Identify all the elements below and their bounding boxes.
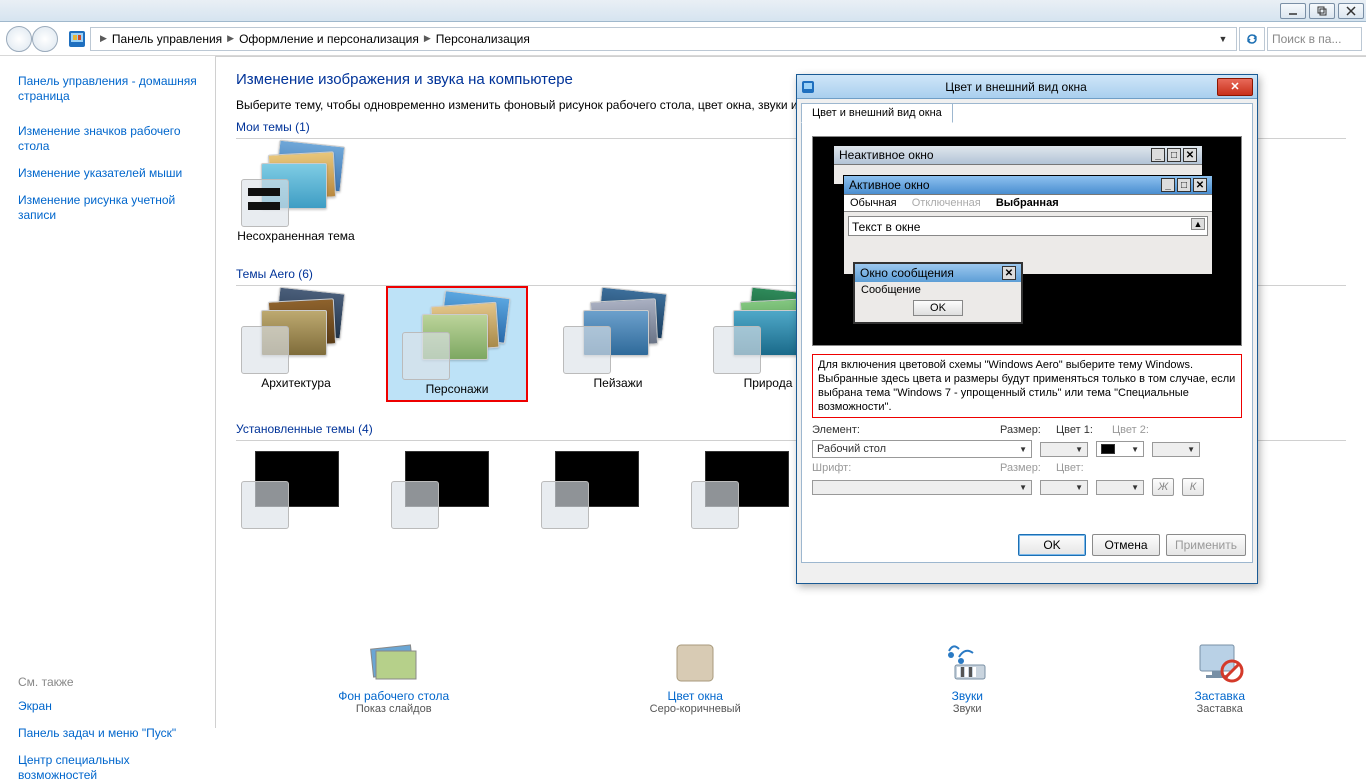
label-color2: Цвет 2:: [1112, 424, 1160, 436]
search-input[interactable]: Поиск в па...: [1267, 27, 1362, 51]
combo-fsize[interactable]: [1040, 480, 1088, 495]
crumb-personalization[interactable]: Персонализация: [436, 32, 530, 46]
dialog-titlebar[interactable]: Цвет и внешний вид окна ✕: [797, 75, 1257, 99]
theme-characters[interactable]: Персонажи: [392, 292, 522, 396]
theme-landscapes[interactable]: Пейзажи: [558, 286, 678, 402]
dialog-close-button[interactable]: ✕: [1217, 78, 1253, 96]
label-fsize: Размер:: [1000, 462, 1048, 474]
info-note: Для включения цветовой схемы "Windows Ae…: [812, 354, 1242, 418]
sidebar: Панель управления - домашняя страница Из…: [0, 56, 215, 728]
theme-installed-3[interactable]: [536, 441, 656, 529]
see-also-display[interactable]: Экран: [18, 699, 203, 714]
see-also-label: См. также: [18, 675, 203, 689]
theme-unsaved-label: Несохраненная тема: [237, 229, 354, 243]
refresh-button[interactable]: [1239, 27, 1265, 51]
address-dropdown[interactable]: ▼: [1214, 34, 1232, 44]
dialog-icon: [801, 80, 815, 94]
preview-message-box: Окно сообщения✕ Сообщение OK: [853, 262, 1023, 324]
theme-color-tile: [241, 179, 289, 227]
sidebar-link-account-pic[interactable]: Изменение рисунка учетной записи: [18, 193, 203, 223]
link-window-color[interactable]: Цвет окна Серо-коричневый: [650, 641, 741, 715]
theme-unsaved[interactable]: Несохраненная тема: [236, 139, 356, 243]
bold-toggle[interactable]: Ж: [1152, 478, 1174, 496]
dialog-cancel-button[interactable]: Отмена: [1092, 534, 1160, 556]
theme-installed-2[interactable]: [386, 441, 506, 529]
label-element: Элемент:: [812, 424, 992, 436]
theme-architecture[interactable]: Архитектура: [236, 286, 356, 402]
window-title-bar: [0, 0, 1366, 22]
window-preview: Неактивное окно _□✕ Активное окно _□✕ Об…: [812, 136, 1242, 346]
bottom-links-row: Фон рабочего стола Показ слайдов Цвет ок…: [218, 628, 1366, 728]
theme-installed-4[interactable]: [686, 441, 806, 529]
dialog-apply-button[interactable]: Применить: [1166, 534, 1246, 556]
sidebar-link-pointers[interactable]: Изменение указателей мыши: [18, 166, 203, 181]
control-panel-icon: [68, 30, 86, 48]
crumb-control-panel[interactable]: Панель управления: [112, 32, 222, 46]
sidebar-link-desktop-icons[interactable]: Изменение значков рабочего стола: [18, 124, 203, 154]
combo-color2[interactable]: [1152, 442, 1200, 457]
see-also-taskbar[interactable]: Панель задач и меню "Пуск": [18, 726, 203, 741]
nav-back-button[interactable]: [6, 26, 32, 52]
nav-forward-button[interactable]: [32, 26, 58, 52]
dialog-tab[interactable]: Цвет и внешний вид окна: [801, 103, 953, 123]
preview-ok-button: OK: [913, 300, 963, 316]
label-font: Шрифт:: [812, 462, 992, 474]
color-appearance-dialog: Цвет и внешний вид окна ✕ Цвет и внешний…: [796, 74, 1258, 584]
dialog-title: Цвет и внешний вид окна: [815, 80, 1217, 94]
close-button[interactable]: [1338, 3, 1364, 19]
sidebar-home[interactable]: Панель управления - домашняя страница: [18, 74, 203, 104]
label-fcolor: Цвет:: [1056, 462, 1104, 474]
crumb-design[interactable]: Оформление и персонализация: [239, 32, 419, 46]
minimize-button[interactable]: [1280, 3, 1306, 19]
dialog-ok-button[interactable]: OK: [1018, 534, 1086, 556]
label-size: Размер:: [1000, 424, 1048, 436]
address-bar-row: ▶ Панель управления ▶ Оформление и персо…: [0, 22, 1366, 56]
combo-size[interactable]: [1040, 442, 1088, 457]
theme-installed-1[interactable]: [236, 441, 356, 529]
see-also-ease[interactable]: Центр специальных возможностей: [18, 753, 203, 783]
link-sounds[interactable]: Звуки Звуки: [941, 641, 993, 715]
combo-font[interactable]: [812, 480, 1032, 495]
italic-toggle[interactable]: К: [1182, 478, 1204, 496]
preview-active-window: Активное окно _□✕ Обычная Отключенная Вы…: [843, 175, 1213, 275]
combo-color1[interactable]: [1096, 441, 1144, 457]
link-screensaver[interactable]: Заставка Заставка: [1194, 641, 1246, 715]
maximize-button[interactable]: [1309, 3, 1335, 19]
theme-characters-selected: Персонажи: [386, 286, 528, 402]
breadcrumb-bar[interactable]: ▶ Панель управления ▶ Оформление и персо…: [90, 27, 1237, 51]
link-desktop-background[interactable]: Фон рабочего стола Показ слайдов: [338, 641, 449, 715]
label-color1: Цвет 1:: [1056, 424, 1104, 436]
combo-element[interactable]: Рабочий стол: [812, 440, 1032, 458]
combo-fcolor[interactable]: [1096, 480, 1144, 495]
